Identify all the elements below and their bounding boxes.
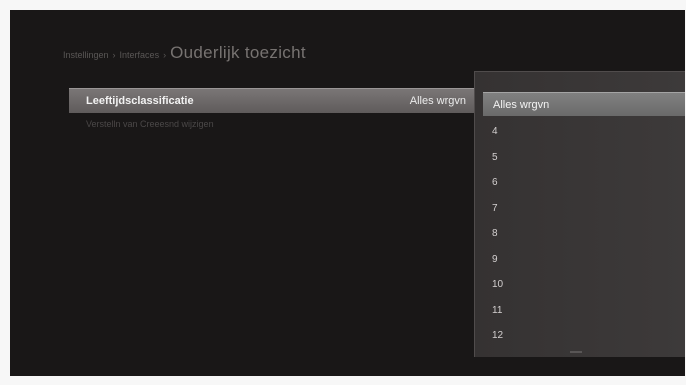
dropdown-option[interactable]: 6 [492,170,503,196]
breadcrumb-item-settings[interactable]: Instellingen [63,50,109,60]
age-rating-dropdown[interactable]: Alles wrgvn 4 5 6 7 8 9 10 11 12 [474,71,685,357]
tv-screen: Instellingen › Interfaces › Ouderlijk to… [10,10,685,376]
dropdown-option[interactable]: 4 [492,119,503,145]
age-rating-current-value: Alles wrgvn [409,95,466,107]
secondary-setting-row[interactable]: Verstelln van Creeesnd wijzigen [86,119,214,129]
dropdown-option[interactable]: 10 [492,272,503,298]
dropdown-option[interactable]: 12 [492,323,503,349]
dropdown-selected-label: Alles wrgvn [493,99,550,111]
age-rating-label: Leeftijdsclassificatie [86,95,194,107]
breadcrumb-separator: › [163,50,167,60]
breadcrumb-separator: › [112,50,116,60]
scroll-more-indicator [570,351,582,353]
breadcrumb-item-interfaces[interactable]: Interfaces [120,50,160,60]
page-title: Ouderlijk toezicht [170,43,306,62]
dropdown-option[interactable]: 9 [492,247,503,273]
dropdown-option[interactable]: 7 [492,196,503,222]
dropdown-option[interactable]: 11 [492,298,503,324]
breadcrumb: Instellingen › Interfaces › Ouderlijk to… [63,43,306,69]
dropdown-option-list: 4 5 6 7 8 9 10 11 12 [492,119,503,349]
dropdown-option[interactable]: 8 [492,221,503,247]
dropdown-option[interactable]: 5 [492,145,503,171]
age-rating-setting-row[interactable]: Leeftijdsclassificatie Alles wrgvn [69,88,475,113]
dropdown-selected-option[interactable]: Alles wrgvn [483,92,685,116]
